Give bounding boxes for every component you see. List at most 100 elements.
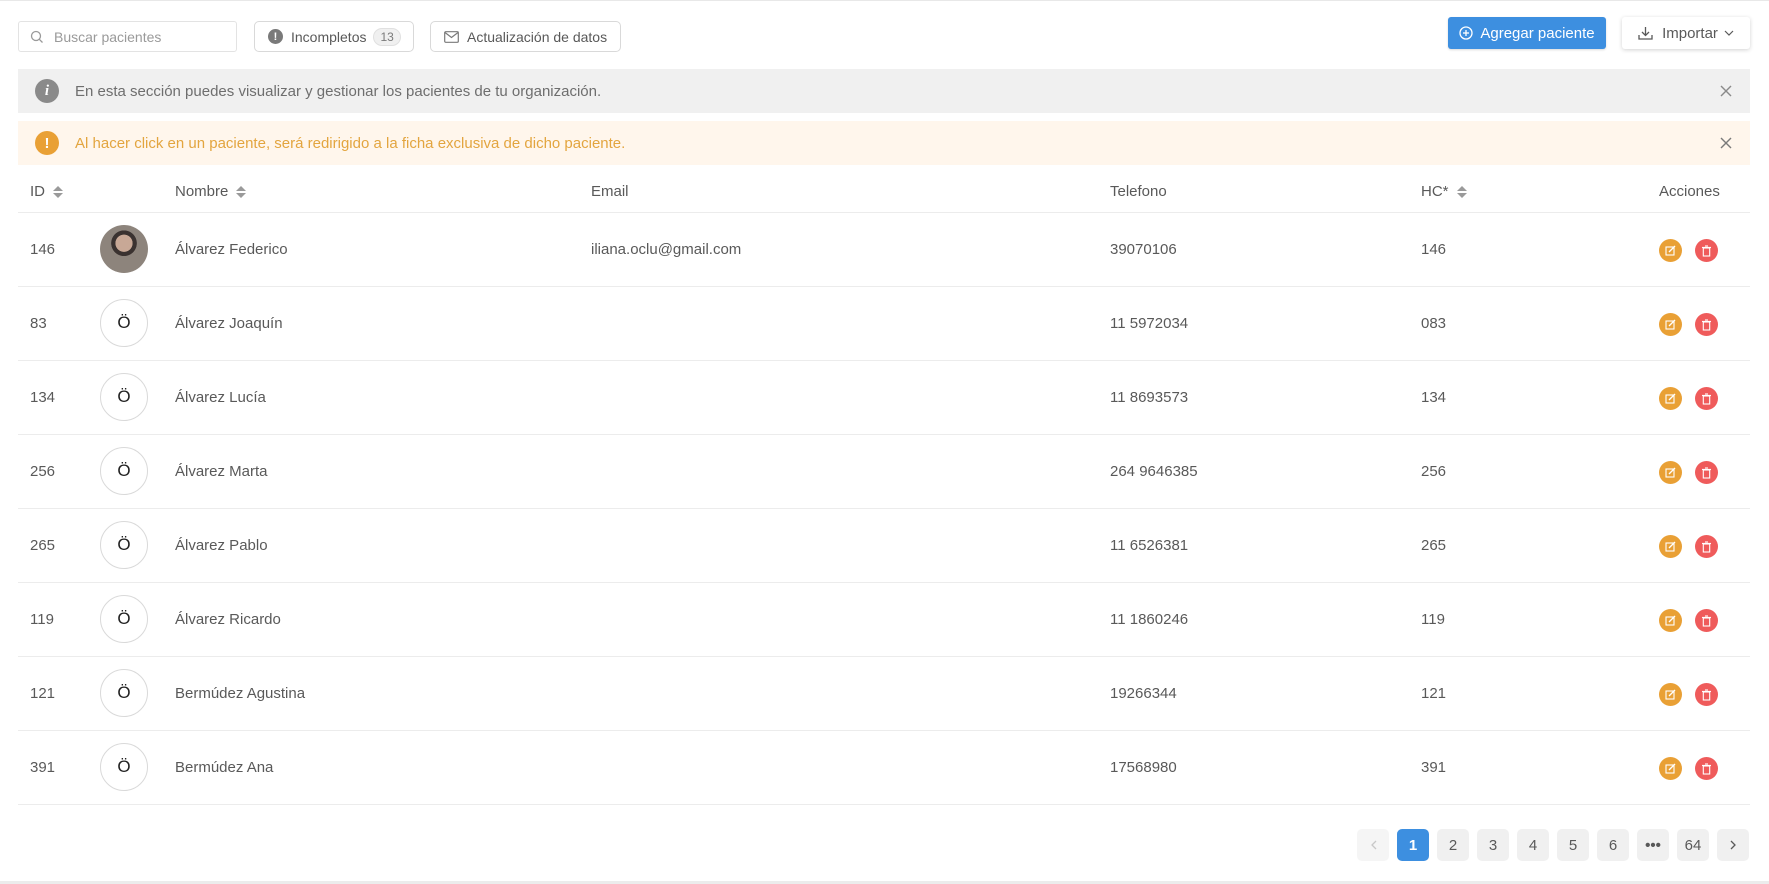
table-row[interactable]: 265 Ö Álvarez Pablo 11 6526381 265 (18, 509, 1750, 583)
patient-phone: 11 6526381 (1110, 537, 1189, 554)
table-row[interactable]: 121 Ö Bermúdez Agustina 19266344 121 (18, 657, 1750, 731)
patient-id: 256 (30, 463, 56, 480)
exclamation-icon: ! (35, 131, 59, 155)
sort-icon[interactable] (236, 185, 247, 198)
exclamation-icon: ! (268, 29, 283, 44)
table-row[interactable]: 256 Ö Álvarez Marta 264 9646385 256 (18, 435, 1750, 509)
info-alert-text: En esta sección puedes visualizar y gest… (75, 82, 602, 100)
table-row[interactable]: 83 Ö Álvarez Joaquín 11 5972034 083 (18, 287, 1750, 361)
delete-button[interactable] (1695, 535, 1718, 558)
column-header-name[interactable]: Nombre (175, 183, 247, 200)
patient-hc: 119 (1421, 611, 1445, 628)
delete-button[interactable] (1695, 757, 1718, 780)
patient-phone: 11 5972034 (1110, 315, 1189, 332)
top-divider (0, 0, 1769, 1)
trash-icon (1702, 392, 1711, 405)
delete-button[interactable] (1695, 313, 1718, 336)
edit-button[interactable] (1659, 535, 1682, 558)
column-header-email-label: Email (591, 183, 629, 200)
patient-email: iliana.oclu@gmail.com (591, 241, 742, 258)
incomplete-label: Incompletos (291, 28, 367, 45)
patient-name: Bermúdez Agustina (175, 685, 306, 702)
page-button-3[interactable]: 3 (1477, 829, 1509, 861)
patient-hc: 391 (1421, 759, 1447, 776)
edit-button[interactable] (1659, 461, 1682, 484)
delete-button[interactable] (1695, 609, 1718, 632)
chevron-down-icon (1724, 30, 1734, 36)
search-box[interactable] (18, 21, 237, 52)
edit-button[interactable] (1659, 757, 1682, 780)
incomplete-count-badge: 13 (373, 27, 401, 46)
edit-icon (1665, 245, 1676, 256)
avatar: Ö (100, 521, 148, 569)
page-button-4[interactable]: 4 (1517, 829, 1549, 861)
close-icon[interactable] (1717, 134, 1735, 152)
edit-icon (1665, 467, 1676, 478)
patient-hc: 265 (1421, 537, 1447, 554)
update-data-label: Actualización de datos (467, 28, 608, 45)
column-header-id[interactable]: ID (30, 183, 63, 200)
warning-alert: ! Al hacer click en un paciente, será re… (18, 121, 1750, 165)
table-row[interactable]: 119 Ö Álvarez Ricardo 11 1860246 119 (18, 583, 1750, 657)
column-header-actions-label: Acciones (1659, 183, 1720, 200)
patient-phone: 19266344 (1110, 685, 1177, 702)
delete-button[interactable] (1695, 239, 1718, 262)
prev-page-button[interactable] (1357, 829, 1389, 861)
edit-button[interactable] (1659, 239, 1682, 262)
incomplete-filter-button[interactable]: ! Incompletos 13 (254, 21, 414, 52)
column-header-phone-label: Telefono (1110, 183, 1167, 200)
add-patient-button[interactable]: Agregar paciente (1448, 17, 1606, 49)
page-button-64[interactable]: 64 (1677, 829, 1709, 861)
import-label: Importar (1662, 24, 1718, 42)
close-icon[interactable] (1717, 82, 1735, 100)
page-button-5[interactable]: 5 (1557, 829, 1589, 861)
patient-hc: 083 (1421, 315, 1447, 332)
column-header-name-label: Nombre (175, 183, 229, 200)
column-header-hc-label: HC* (1421, 183, 1449, 200)
trash-icon (1702, 244, 1711, 257)
patient-id: 119 (30, 611, 54, 628)
column-header-actions: Acciones (1659, 183, 1720, 200)
patient-name: Álvarez Lucía (175, 389, 266, 406)
avatar: Ö (100, 373, 148, 421)
trash-icon (1702, 762, 1711, 775)
patient-name: Álvarez Federico (175, 241, 288, 258)
edit-button[interactable] (1659, 313, 1682, 336)
page-button-1[interactable]: 1 (1397, 829, 1429, 861)
add-patient-label: Agregar paciente (1480, 24, 1595, 42)
sort-icon[interactable] (53, 185, 63, 198)
edit-button[interactable] (1659, 387, 1682, 410)
page-button-2[interactable]: 2 (1437, 829, 1469, 861)
table-row[interactable]: 146 Álvarez Federico iliana.oclu@gmail.c… (18, 213, 1750, 287)
page-button-6[interactable]: 6 (1597, 829, 1629, 861)
edit-icon (1665, 615, 1676, 626)
warning-alert-text: Al hacer click en un paciente, será redi… (75, 134, 626, 152)
edit-icon (1665, 689, 1676, 700)
next-page-button[interactable] (1717, 829, 1749, 861)
chevron-right-icon (1730, 840, 1736, 850)
edit-button[interactable] (1659, 683, 1682, 706)
avatar: Ö (100, 299, 148, 347)
avatar: Ö (100, 669, 148, 717)
patient-name: Álvarez Pablo (175, 537, 268, 554)
avatar (100, 225, 148, 273)
patient-id: 121 (30, 685, 56, 702)
table-row[interactable]: 134 Ö Álvarez Lucía 11 8693573 134 (18, 361, 1750, 435)
delete-button[interactable] (1695, 387, 1718, 410)
delete-button[interactable] (1695, 683, 1718, 706)
sort-icon[interactable] (1456, 185, 1467, 198)
trash-icon (1702, 318, 1711, 331)
edit-button[interactable] (1659, 609, 1682, 632)
table-row[interactable]: 391 Ö Bermúdez Ana 17568980 391 (18, 731, 1750, 805)
column-header-hc[interactable]: HC* (1421, 183, 1467, 200)
search-icon (30, 30, 43, 43)
import-dropdown-button[interactable]: Importar (1622, 17, 1750, 49)
chevron-left-icon (1370, 840, 1376, 850)
update-data-button[interactable]: Actualización de datos (430, 21, 621, 52)
patient-phone: 11 1860246 (1110, 611, 1189, 628)
trash-icon (1702, 466, 1711, 479)
patient-id: 134 (30, 389, 56, 406)
search-input[interactable] (52, 27, 236, 46)
delete-button[interactable] (1695, 461, 1718, 484)
page-ellipsis[interactable]: ••• (1637, 829, 1669, 861)
